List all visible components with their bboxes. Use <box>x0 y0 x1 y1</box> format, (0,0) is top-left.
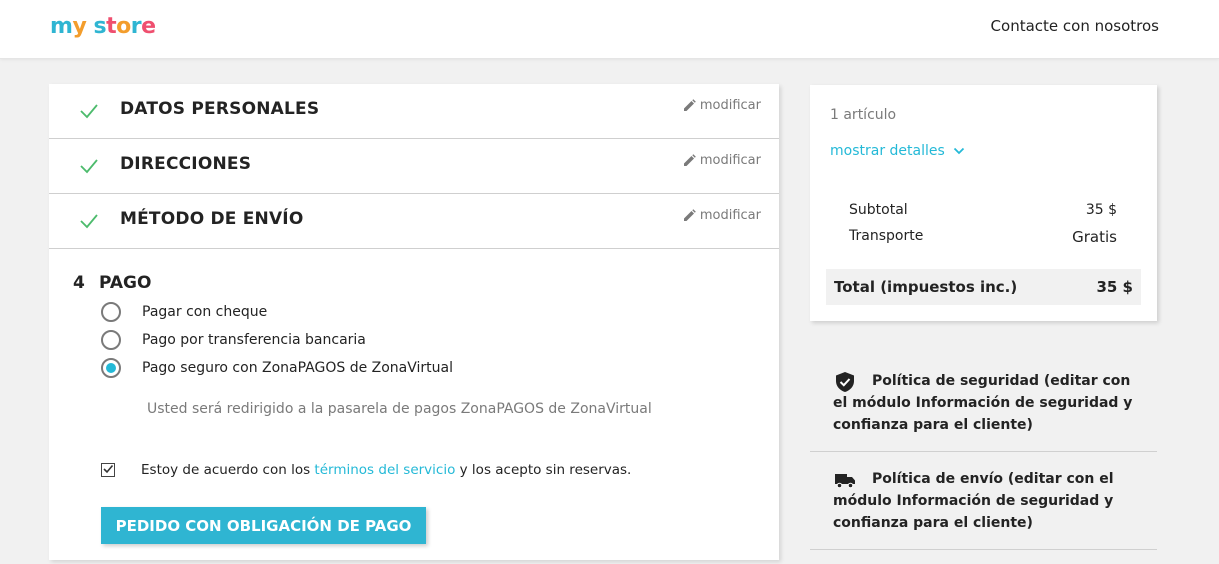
pencil-icon <box>683 99 696 111</box>
site-header: my store Contacte con nosotros <box>0 0 1219 59</box>
terms-prefix: Estoy de acuerdo con los <box>141 462 315 478</box>
payment-option-zonapagos[interactable]: Pago seguro con ZonaPAGOS de ZonaVirtual <box>101 358 453 378</box>
step-addresses[interactable]: DIRECCIONES modificar <box>49 139 779 194</box>
edit-label: modificar <box>699 98 761 113</box>
terms-text: Estoy de acuerdo con los términos del se… <box>141 462 631 478</box>
edit-label: modificar <box>699 208 761 223</box>
step-title-payment: PAGO <box>99 273 152 293</box>
logo-letter <box>86 14 93 39</box>
checkmark-icon <box>103 464 114 474</box>
total-label: Total (impuestos inc.) <box>834 278 1018 296</box>
store-logo[interactable]: my store <box>50 14 156 39</box>
logo-letter: e <box>141 14 156 39</box>
terms-suffix: y los acepto sin reservas. <box>455 462 632 478</box>
step-personal-info[interactable]: DATOS PERSONALES modificar <box>49 84 779 139</box>
step-shipping-method[interactable]: MÉTODO DE ENVÍO modificar <box>49 194 779 249</box>
subtotal-label: Subtotal <box>849 202 908 218</box>
total-value: 35 $ <box>1096 278 1133 296</box>
edit-link[interactable]: modificar <box>683 98 761 113</box>
chevron-down-icon <box>953 147 964 155</box>
step-number: 4 <box>73 273 85 293</box>
payment-option-bank-transfer[interactable]: Pago por transferencia bancaria <box>101 330 366 350</box>
subtotal-line: Subtotal 35 $ <box>849 202 1117 218</box>
edit-link[interactable]: modificar <box>683 208 761 223</box>
check-icon <box>80 159 98 174</box>
payment-option-label: Pago seguro con ZonaPAGOS de ZonaVirtual <box>142 360 454 376</box>
radio-button[interactable] <box>101 302 121 322</box>
cart-summary: 1 artículo mostrar detalles Subtotal 35 … <box>810 85 1157 321</box>
check-icon <box>80 104 98 119</box>
redirect-note: Usted será redirigido a la pasarela de p… <box>147 401 652 417</box>
pencil-icon <box>683 154 696 166</box>
reassurance-shipping: Política de envío (editar con el módulo … <box>810 452 1157 550</box>
contact-link[interactable]: Contacte con nosotros <box>991 17 1159 35</box>
step-title: DATOS PERSONALES <box>120 99 320 119</box>
reassurance-security: Política de seguridad (editar con el mód… <box>810 352 1157 452</box>
items-count: 1 artículo <box>830 107 897 123</box>
check-icon <box>80 214 98 229</box>
show-details-toggle[interactable]: mostrar detalles <box>830 143 965 159</box>
security-policy-text: Política de seguridad (editar con el mód… <box>833 373 1133 433</box>
subtotal-value: 35 $ <box>1085 202 1117 218</box>
logo-letter: r <box>130 14 142 39</box>
step-title: DIRECCIONES <box>120 154 252 174</box>
payment-option-label: Pago por transferencia bancaria <box>142 332 366 348</box>
place-order-button[interactable]: PEDIDO CON OBLIGACIÓN DE PAGO <box>101 507 426 544</box>
terms-agreement: Estoy de acuerdo con los términos del se… <box>101 462 631 478</box>
shipping-line: Transporte Gratis <box>849 228 1117 246</box>
radio-button[interactable] <box>101 330 121 350</box>
radio-button-selected[interactable] <box>101 358 121 378</box>
show-details-label: mostrar detalles <box>830 143 945 159</box>
payment-option-cheque[interactable]: Pagar con cheque <box>101 302 267 322</box>
terms-of-service-link[interactable]: términos del servicio <box>314 462 455 478</box>
logo-letter: y <box>72 14 87 39</box>
terms-checkbox[interactable] <box>101 463 115 477</box>
logo-letter: t <box>106 14 117 39</box>
shipping-label: Transporte <box>849 228 924 244</box>
step-title: MÉTODO DE ENVÍO <box>120 209 304 229</box>
checkout-steps: DATOS PERSONALES modificar DIRECCIONES m… <box>49 84 779 560</box>
logo-letter: o <box>116 14 131 39</box>
total-line: Total (impuestos inc.) 35 $ <box>826 269 1141 305</box>
logo-letter: s <box>93 14 107 39</box>
shipping-policy-text: Política de envío (editar con el módulo … <box>833 471 1114 531</box>
shipping-value: Gratis <box>1072 228 1117 246</box>
logo-letter: m <box>50 14 73 39</box>
payment-option-label: Pagar con cheque <box>142 304 268 320</box>
edit-link[interactable]: modificar <box>683 153 761 168</box>
pencil-icon <box>683 209 696 221</box>
edit-label: modificar <box>699 153 761 168</box>
